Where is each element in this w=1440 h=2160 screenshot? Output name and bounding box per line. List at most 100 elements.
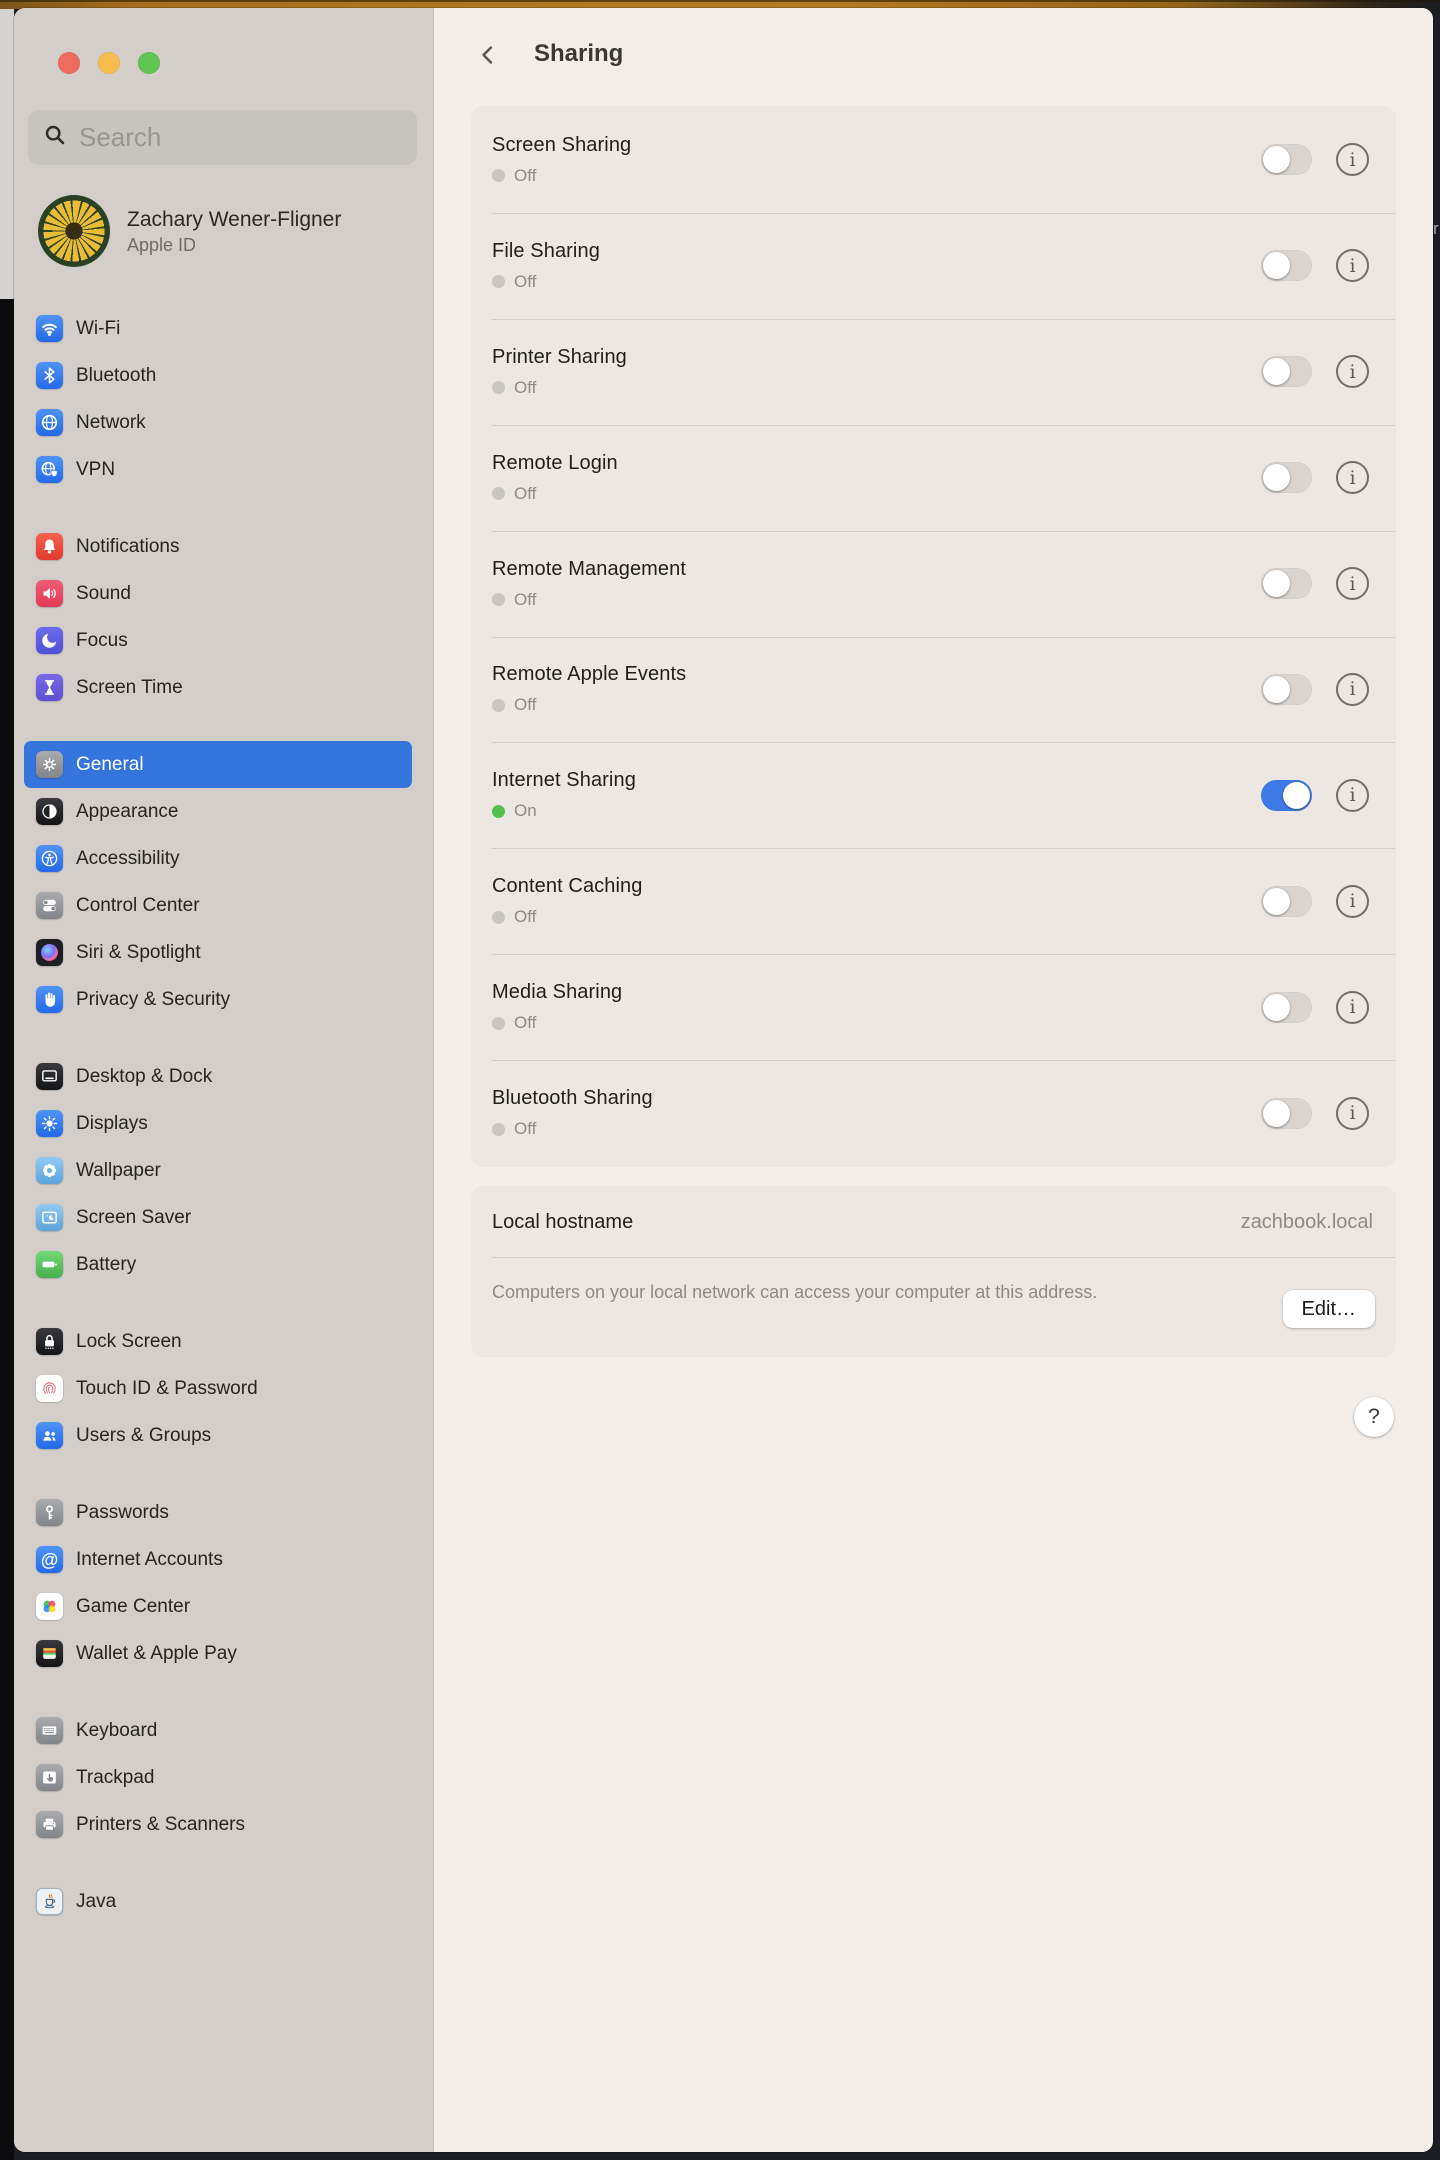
- sidebar-item-label: Displays: [76, 1113, 148, 1135]
- sidebar-item-label: Java: [76, 1891, 116, 1913]
- keyboard-icon: [36, 1717, 63, 1744]
- sidebar-item-touch-id[interactable]: Touch ID & Password: [24, 1365, 412, 1412]
- sidebar-item-passwords[interactable]: Passwords: [24, 1489, 412, 1536]
- info-button[interactable]: i: [1336, 567, 1369, 600]
- sidebar-item-keyboard[interactable]: Keyboard: [24, 1707, 412, 1754]
- close-button[interactable]: [58, 52, 80, 74]
- passwords-key-icon: [36, 1499, 63, 1526]
- sidebar-item-screen-saver[interactable]: Screen Saver: [24, 1194, 412, 1241]
- toggle-switch[interactable]: [1261, 144, 1312, 175]
- sidebar-item-internet-accounts[interactable]: @ Internet Accounts: [24, 1536, 412, 1583]
- java-cup-icon: [36, 1888, 63, 1915]
- toggle-switch[interactable]: [1261, 780, 1312, 811]
- status-dot: [492, 699, 505, 712]
- status-dot: [492, 487, 505, 500]
- sidebar-item-game-center[interactable]: Game Center: [24, 1583, 412, 1630]
- sidebar-item-general[interactable]: General: [24, 741, 412, 788]
- info-button[interactable]: i: [1336, 1097, 1369, 1130]
- sidebar-item-label: General: [76, 754, 144, 776]
- sidebar-group-security: Lock Screen Touch ID & Password Users & …: [24, 1318, 412, 1459]
- search-input[interactable]: [79, 122, 401, 153]
- sharing-pane: Sharing Screen Sharing Off i File Sharin…: [434, 8, 1433, 2152]
- sidebar-item-java[interactable]: Java: [24, 1878, 412, 1925]
- service-label: Printer Sharing: [492, 346, 1261, 369]
- sidebar-item-notifications[interactable]: Notifications: [24, 523, 412, 570]
- status-text: Off: [514, 484, 536, 504]
- help-button[interactable]: ?: [1354, 1397, 1394, 1437]
- sidebar-item-vpn[interactable]: VPN: [24, 446, 412, 493]
- toggle-switch[interactable]: [1261, 356, 1312, 387]
- screen-saver-icon: [36, 1204, 63, 1231]
- info-button[interactable]: i: [1336, 355, 1369, 388]
- info-button[interactable]: i: [1336, 461, 1369, 494]
- sidebar-item-label: Printers & Scanners: [76, 1814, 245, 1836]
- sidebar-item-siri-spotlight[interactable]: Siri & Spotlight: [24, 929, 412, 976]
- appearance-contrast-icon: [36, 798, 63, 825]
- local-hostname-description: Computers on your local network can acce…: [492, 1279, 1142, 1306]
- sidebar-item-focus[interactable]: Focus: [24, 617, 412, 664]
- sidebar-item-screen-time[interactable]: Screen Time: [24, 664, 412, 711]
- toggle-switch[interactable]: [1261, 250, 1312, 281]
- toggle-switch[interactable]: [1261, 992, 1312, 1023]
- sidebar-group-display: Desktop & Dock Displays Wallpaper Screen…: [24, 1053, 412, 1288]
- apple-id-profile[interactable]: Zachary Wener-Fligner Apple ID: [38, 195, 417, 267]
- profile-subtitle: Apple ID: [127, 233, 341, 257]
- service-label: Bluetooth Sharing: [492, 1087, 1261, 1110]
- service-label: Remote Apple Events: [492, 663, 1261, 686]
- info-button[interactable]: i: [1336, 673, 1369, 706]
- sidebar-item-sound[interactable]: Sound: [24, 570, 412, 617]
- sidebar-item-label: Lock Screen: [76, 1331, 182, 1353]
- sidebar-item-printers-scanners[interactable]: Printers & Scanners: [24, 1801, 412, 1848]
- minimize-button[interactable]: [98, 52, 120, 74]
- sidebar-item-wallet[interactable]: Wallet & Apple Pay: [24, 1630, 412, 1677]
- status-dot: [492, 1123, 505, 1136]
- sidebar-item-displays[interactable]: Displays: [24, 1100, 412, 1147]
- bluetooth-icon: [36, 362, 63, 389]
- sidebar-item-label: Privacy & Security: [76, 989, 230, 1011]
- desktop-edge-dark: [0, 299, 14, 2160]
- sidebar-group-alerts: Notifications Sound Focus Screen Time: [24, 523, 412, 711]
- status-text: On: [514, 801, 537, 821]
- zoom-button[interactable]: [138, 52, 160, 74]
- sidebar-item-desktop-dock[interactable]: Desktop & Dock: [24, 1053, 412, 1100]
- toggle-switch[interactable]: [1261, 886, 1312, 917]
- toggle-switch[interactable]: [1261, 462, 1312, 493]
- sidebar-item-label: Network: [76, 412, 146, 434]
- general-gear-icon: [36, 751, 63, 778]
- sidebar-item-label: Wi-Fi: [76, 318, 120, 340]
- service-row-file-sharing: File Sharing Off i: [472, 213, 1395, 319]
- info-icon: i: [1349, 573, 1355, 595]
- info-button[interactable]: i: [1336, 143, 1369, 176]
- sidebar-group-other: Java: [24, 1878, 412, 1925]
- service-row-remote-apple-events: Remote Apple Events Off i: [472, 637, 1395, 743]
- edit-hostname-button[interactable]: Edit…: [1283, 1290, 1375, 1328]
- info-button[interactable]: i: [1336, 885, 1369, 918]
- toggle-switch[interactable]: [1261, 674, 1312, 705]
- info-button[interactable]: i: [1336, 779, 1369, 812]
- sidebar-item-trackpad[interactable]: Trackpad: [24, 1754, 412, 1801]
- sidebar-item-users-groups[interactable]: Users & Groups: [24, 1412, 412, 1459]
- sidebar-item-battery[interactable]: Battery: [24, 1241, 412, 1288]
- sidebar-item-network[interactable]: Network: [24, 399, 412, 446]
- sidebar-item-wifi[interactable]: Wi-Fi: [24, 305, 412, 352]
- sidebar-item-control-center[interactable]: Control Center: [24, 882, 412, 929]
- sidebar-item-label: Notifications: [76, 536, 180, 558]
- vpn-globe-shield-icon: [36, 456, 63, 483]
- sidebar-item-label: Trackpad: [76, 1767, 155, 1789]
- service-row-remote-management: Remote Management Off i: [472, 531, 1395, 637]
- toggle-switch[interactable]: [1261, 568, 1312, 599]
- sidebar-item-lock-screen[interactable]: Lock Screen: [24, 1318, 412, 1365]
- sidebar-item-accessibility[interactable]: Accessibility: [24, 835, 412, 882]
- back-button[interactable]: [478, 45, 498, 65]
- sidebar-item-bluetooth[interactable]: Bluetooth: [24, 352, 412, 399]
- toggle-switch[interactable]: [1261, 1098, 1312, 1129]
- sidebar-item-privacy-security[interactable]: Privacy & Security: [24, 976, 412, 1023]
- sidebar-item-appearance[interactable]: Appearance: [24, 788, 412, 835]
- info-button[interactable]: i: [1336, 991, 1369, 1024]
- service-row-bluetooth-sharing: Bluetooth Sharing Off i: [472, 1060, 1395, 1166]
- status-text: Off: [514, 272, 536, 292]
- status-text: Off: [514, 695, 536, 715]
- search-field[interactable]: [28, 110, 417, 165]
- sidebar-item-wallpaper[interactable]: Wallpaper: [24, 1147, 412, 1194]
- info-button[interactable]: i: [1336, 249, 1369, 282]
